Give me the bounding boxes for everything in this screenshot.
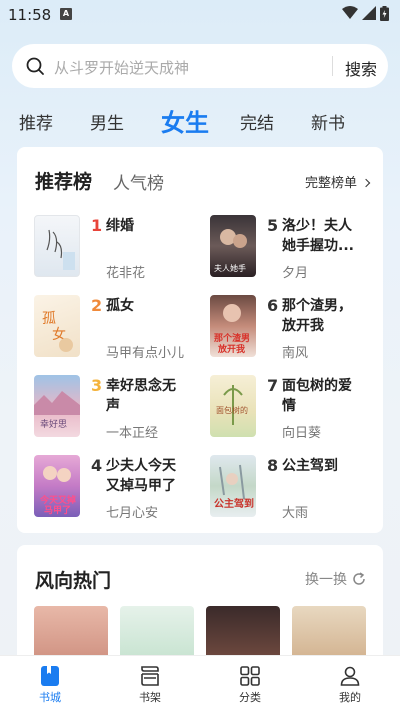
tab-recommend[interactable]: 推荐 <box>19 109 53 134</box>
book-cover: 夫人她手 <box>210 215 256 277</box>
book-author: 一本正经 <box>106 426 159 441</box>
full-list-link[interactable]: 完整榜单 <box>304 172 371 191</box>
book-cover: 孤女 <box>34 295 80 357</box>
refresh-label: 换一换 <box>305 572 347 588</box>
profile-icon <box>340 666 360 686</box>
category-tabs: 推荐 男生 女生 完结 新书 <box>0 103 400 139</box>
status-bar: 11:58 A <box>0 0 400 30</box>
hot-section-title: 风向热门 <box>35 570 112 592</box>
nav-label: 书架 <box>139 691 161 704</box>
book-item[interactable]: 今天又掉 马甲了 4 少夫人今天又掉马甲了 七月心安 <box>34 455 204 525</box>
tab-completed[interactable]: 完结 <box>240 109 274 134</box>
tab-female[interactable]: 女生 <box>161 103 209 138</box>
svg-text:公主驾到: 公主驾到 <box>214 497 254 510</box>
hot-card: 风向热门 换一换 <box>17 545 383 665</box>
status-time: 11:58 <box>8 6 52 24</box>
book-item[interactable]: 幸好思 3 幸好思念无声 一本正经 <box>34 375 204 445</box>
svg-text:那个渣男: 那个渣男 <box>214 332 250 344</box>
signal-icon <box>362 6 376 20</box>
notification-icon: A <box>60 8 72 20</box>
rank-number: 3 <box>91 376 103 395</box>
book-cover: 今天又掉 马甲了 <box>34 455 80 517</box>
book-title: 绯婚 <box>106 218 134 234</box>
tab-popular-list[interactable]: 人气榜 <box>113 169 164 194</box>
book-item[interactable]: 那个渣男 放开我 6 那个渣男，放开我 南风 <box>210 295 380 365</box>
book-cover: 公主驾到 <box>210 455 256 517</box>
wifi-icon <box>342 6 358 19</box>
full-list-label: 完整榜单 <box>304 176 357 191</box>
rank-number: 7 <box>267 376 279 395</box>
book-cover <box>34 215 80 277</box>
svg-text:面包树的: 面包树的 <box>216 405 248 415</box>
search-icon <box>26 57 44 75</box>
rank-number: 4 <box>91 456 103 475</box>
search-bar[interactable]: 从斗罗开始逆天成神 搜索 <box>12 44 388 88</box>
nav-category[interactable]: 分类 <box>200 656 300 711</box>
book-item[interactable]: 公主驾到 8 公主驾到 大雨 <box>210 455 380 525</box>
rank-number: 8 <box>267 456 279 475</box>
bottom-nav: 书城 书架 分类 我的 <box>0 655 400 711</box>
refresh-icon <box>353 572 365 585</box>
book-title: 面包树的爱情 <box>282 378 352 414</box>
svg-text:今天又掉: 今天又掉 <box>39 494 76 506</box>
bookstore-icon <box>41 666 59 686</box>
book-author: 马甲有点小儿 <box>106 346 185 361</box>
svg-text:马甲了: 马甲了 <box>44 505 71 516</box>
book-title: 那个渣男，放开我 <box>282 298 352 334</box>
rank-number: 6 <box>267 296 279 315</box>
book-author: 向日葵 <box>282 426 322 441</box>
svg-text:幸好思: 幸好思 <box>40 418 67 430</box>
search-divider <box>332 56 333 76</box>
book-title: 孤女 <box>106 298 134 314</box>
svg-text:孤: 孤 <box>42 311 56 327</box>
book-item[interactable]: 夫人她手 5 洛少！夫人她手握功... 夕月 <box>210 215 380 285</box>
book-author: 大雨 <box>282 506 309 521</box>
nav-label: 书城 <box>39 691 61 704</box>
book-title: 少夫人今天又掉马甲了 <box>106 458 176 494</box>
book-title: 公主驾到 <box>282 458 338 474</box>
rank-number: 5 <box>267 216 279 235</box>
book-title: 洛少！夫人她手握功... <box>282 218 354 254</box>
book-cover: 面包树的 <box>210 375 256 437</box>
nav-label: 我的 <box>339 691 361 704</box>
tab-new[interactable]: 新书 <box>311 109 345 134</box>
svg-text:夫人她手: 夫人她手 <box>214 263 246 273</box>
nav-bookstore[interactable]: 书城 <box>0 656 100 711</box>
book-author: 花非花 <box>106 266 146 281</box>
book-author: 七月心安 <box>106 506 159 521</box>
book-title: 幸好思念无声 <box>106 378 176 414</box>
category-icon <box>240 666 260 686</box>
search-button[interactable]: 搜索 <box>345 56 377 80</box>
battery-icon <box>380 6 389 21</box>
chevron-right-icon <box>361 178 371 188</box>
book-item[interactable]: 1 绯婚 花非花 <box>34 215 204 285</box>
tab-male[interactable]: 男生 <box>90 109 124 134</box>
nav-bookshelf[interactable]: 书架 <box>100 656 200 711</box>
book-item[interactable]: 孤女 2 孤女 马甲有点小儿 <box>34 295 204 365</box>
tab-recommend-list[interactable]: 推荐榜 <box>35 167 92 194</box>
ranking-card: 推荐榜 人气榜 完整榜单 1 绯婚 花非花 孤女 2 孤女 马甲有点小儿 幸好思… <box>17 147 383 533</box>
book-item[interactable]: 面包树的 7 面包树的爱情 向日葵 <box>210 375 380 445</box>
nav-label: 分类 <box>239 691 261 704</box>
bookshelf-icon <box>141 666 159 686</box>
book-author: 南风 <box>282 346 309 361</box>
refresh-button[interactable]: 换一换 <box>305 569 367 589</box>
search-input[interactable]: 从斗罗开始逆天成神 <box>54 57 189 78</box>
book-cover: 那个渣男 放开我 <box>210 295 256 357</box>
rank-number: 2 <box>91 296 103 315</box>
nav-profile[interactable]: 我的 <box>300 656 400 711</box>
book-cover: 幸好思 <box>34 375 80 437</box>
book-author: 夕月 <box>282 266 309 281</box>
svg-text:放开我: 放开我 <box>217 343 245 355</box>
rank-number: 1 <box>91 216 103 235</box>
